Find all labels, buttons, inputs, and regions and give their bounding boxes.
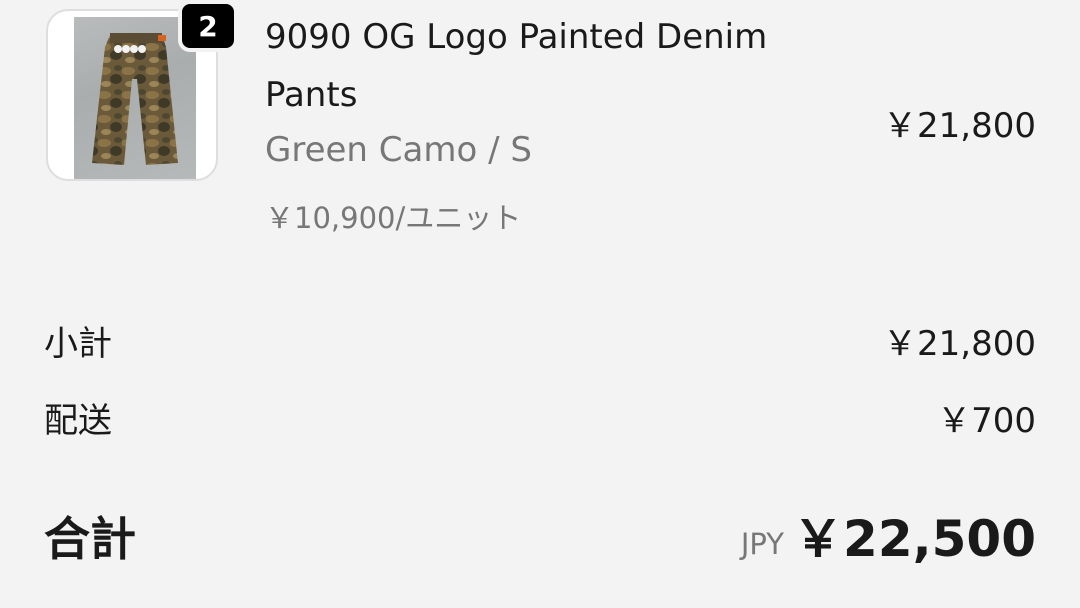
quantity-badge: 2: [178, 0, 238, 52]
product-variant: Green Camo / S: [265, 130, 532, 170]
line-item-price: ￥21,800: [883, 106, 1036, 146]
total-label: 合計: [44, 512, 136, 566]
unit-price: ￥10,900/ユニット: [265, 201, 522, 235]
subtotal-label: 小計: [44, 324, 112, 364]
subtotal-value: ￥21,800: [883, 324, 1036, 364]
product-thumbnail: 2: [46, 0, 238, 185]
product-name: 9090 OG Logo Painted Denim Pants: [265, 17, 768, 115]
currency-code: JPY: [740, 527, 784, 561]
shipping-value: ￥700: [937, 401, 1036, 441]
shipping-label: 配送: [44, 401, 112, 441]
total-value: ￥22,500: [793, 510, 1036, 568]
